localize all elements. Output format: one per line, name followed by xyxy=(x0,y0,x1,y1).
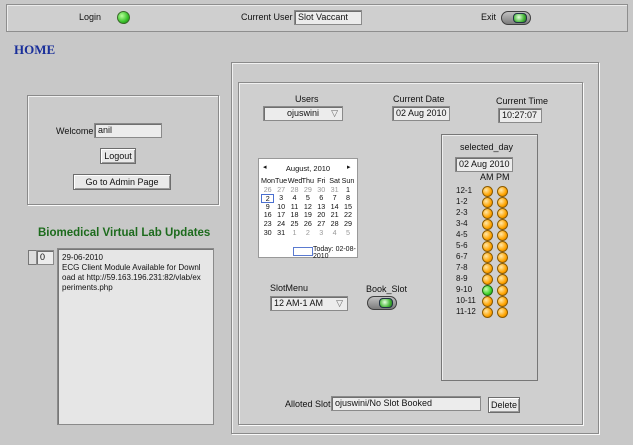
slot-row xyxy=(480,240,514,252)
calendar-day[interactable]: 1 xyxy=(288,228,301,238)
slot-row xyxy=(480,306,514,318)
slot-pm-indicator-icon[interactable] xyxy=(497,307,508,318)
hour-label: 1-2 xyxy=(456,197,468,206)
selected-day-panel: selected_day 02 Aug 2010 AM PM 12-1 1-2 2-… xyxy=(441,134,538,381)
prev-month-icon[interactable]: ◂ xyxy=(263,163,267,171)
welcome-user-field: anil xyxy=(94,123,162,138)
slot-row xyxy=(480,196,514,208)
calendar-month: August, 2010 xyxy=(285,164,331,173)
hour-label: 3-4 xyxy=(456,219,468,228)
toggle-knob-icon xyxy=(513,13,527,23)
welcome-label: Welcome xyxy=(56,126,94,136)
current-date-field: 02 Aug 2010 xyxy=(392,106,450,121)
top-bar: Login Current User Slot Vaccant Exit xyxy=(6,4,628,32)
slot-row xyxy=(480,295,514,307)
updates-box[interactable]: 29-06-2010 ECG Client Module Available f… xyxy=(57,248,214,425)
calendar[interactable]: ◂ August, 2010 ▸ Mon Tue Wed Thu Fri Sat Sun 26… xyxy=(258,158,358,260)
slot-row xyxy=(480,284,514,296)
users-label: Users xyxy=(295,94,319,104)
slot-row xyxy=(480,229,514,241)
chevron-down-icon: ▽ xyxy=(331,108,338,118)
current-time-label: Current Time xyxy=(496,96,549,106)
slot-menu-value: 12 AM-1 AM xyxy=(274,298,324,308)
pm-label: PM xyxy=(496,172,510,182)
next-month-icon[interactable]: ▸ xyxy=(347,163,351,171)
slot-row xyxy=(480,262,514,274)
toggle-knob-icon xyxy=(379,298,393,308)
alloted-slot-label: Alloted Slot xyxy=(285,399,331,409)
login-label: Login xyxy=(79,12,102,22)
hour-label: 8-9 xyxy=(456,274,468,283)
calendar-day[interactable]: 3 xyxy=(315,228,328,238)
hour-label: 6-7 xyxy=(456,252,468,261)
slot-menu-select[interactable]: 12 AM-1 AM ▽ xyxy=(270,296,348,311)
current-date-label: Current Date xyxy=(393,94,445,104)
slot-row xyxy=(480,251,514,263)
logout-button[interactable]: Logout xyxy=(100,148,136,164)
calendar-day[interactable]: 4 xyxy=(328,228,341,238)
alloted-slot-field: ojuswini/No Slot Booked xyxy=(331,396,481,411)
hour-label: 4-5 xyxy=(456,230,468,239)
updates-title: Biomedical Virtual Lab Updates xyxy=(38,227,211,239)
calendar-grid: Mon Tue Wed Thu Fri Sat Sun 26 27 28 29 30 31 1 2 3 4 5 6 7… xyxy=(261,176,355,238)
current-user-field: Slot Vaccant xyxy=(294,10,362,25)
hour-label: 5-6 xyxy=(456,241,468,250)
page-title: HOME xyxy=(14,42,56,57)
updates-index-field[interactable]: 0 xyxy=(36,250,54,265)
hour-label: 10-11 xyxy=(456,296,476,305)
update-text: ECG Client Module Available for Download… xyxy=(62,263,201,292)
book-slot-label: Book_Slot xyxy=(366,284,408,294)
calendar-day[interactable]: 26 xyxy=(261,185,274,195)
users-select[interactable]: ojuswini ▽ xyxy=(263,106,343,121)
current-user-label: Current User xyxy=(241,12,293,22)
slot-row xyxy=(480,185,514,197)
hour-labels: 12-1 1-2 2-3 3-4 4-5 5-6 6-7 7-8 8-9 9-10 10-11 11-… xyxy=(456,185,480,317)
today-marker-icon xyxy=(293,247,313,256)
book-slot-toggle[interactable] xyxy=(367,296,397,310)
selected-day-label: selected_day xyxy=(460,142,514,152)
hour-label: 12-1 xyxy=(456,186,473,195)
hour-label: 9-10 xyxy=(456,285,473,294)
calendar-day[interactable]: 30 xyxy=(261,228,274,238)
calendar-day[interactable]: 2 xyxy=(301,228,314,238)
am-label: AM xyxy=(480,172,494,182)
update-date: 29-06-2010 xyxy=(62,253,103,262)
slot-row xyxy=(480,218,514,230)
users-select-value: ojuswini xyxy=(286,108,319,118)
login-led-icon xyxy=(117,11,130,24)
exit-toggle-button[interactable] xyxy=(501,11,531,25)
hour-label: 2-3 xyxy=(456,208,468,217)
exit-label: Exit xyxy=(481,12,497,22)
calendar-day[interactable]: 31 xyxy=(274,228,287,238)
calendar-day[interactable]: 5 xyxy=(341,228,354,238)
hour-label: 7-8 xyxy=(456,263,468,272)
current-time-field: 10:27:07 xyxy=(498,108,542,123)
slot-row xyxy=(480,207,514,219)
welcome-panel: Welcome anil Logout Go to Admin Page xyxy=(27,95,219,205)
slot-am-indicator-icon[interactable] xyxy=(482,307,493,318)
admin-page-button[interactable]: Go to Admin Page xyxy=(73,174,171,190)
delete-button[interactable]: Delete xyxy=(488,397,520,413)
chevron-down-icon: ▽ xyxy=(336,298,343,308)
slot-row xyxy=(480,273,514,285)
slot-indicators xyxy=(480,185,514,318)
calendar-week-row: 30 31 1 2 3 4 5 xyxy=(261,228,355,238)
hour-label: 11-12 xyxy=(456,307,476,316)
calendar-today[interactable]: Today: 02-08-2010 xyxy=(313,246,357,260)
slot-menu-label: SlotMenu xyxy=(270,283,309,293)
selected-day-field: 02 Aug 2010 xyxy=(455,157,513,172)
